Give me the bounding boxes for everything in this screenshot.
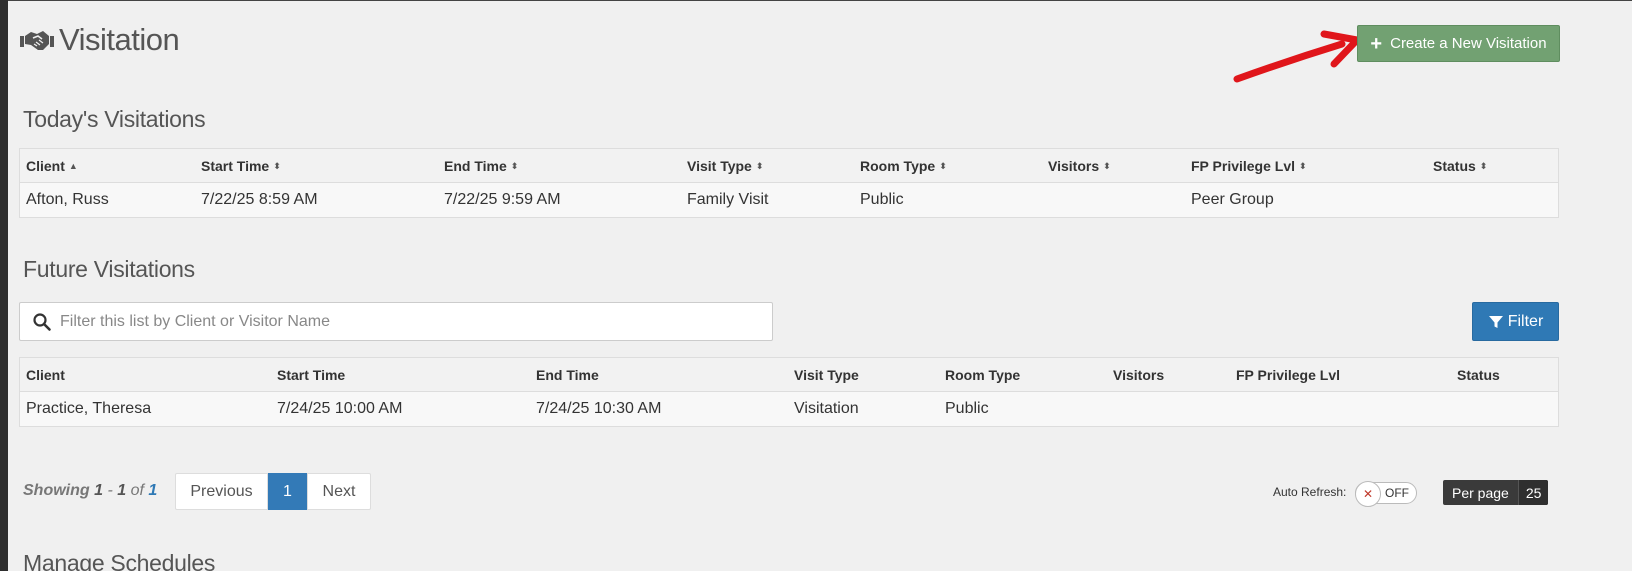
- per-page-selector[interactable]: Per page 25: [1443, 480, 1549, 505]
- plus-icon: +: [1370, 32, 1383, 55]
- column-header-end-time[interactable]: End Time: [536, 358, 599, 392]
- search-icon: [33, 312, 51, 331]
- pagination: Previous 1 Next: [175, 473, 371, 510]
- sort-icon: ⬍: [755, 160, 764, 171]
- funnel-icon: [1488, 315, 1503, 328]
- future-visitations-table: Client Start Time End Time Visit Type Ro…: [19, 357, 1559, 427]
- of-label: of: [130, 482, 144, 499]
- cell-end-time: 7/24/25 10:30 AM: [536, 400, 662, 417]
- cell-visit-type: Family Visit: [687, 191, 769, 208]
- sort-icon: ⬍: [1479, 160, 1488, 171]
- annotation-arrow-icon: [1233, 30, 1360, 83]
- column-header-fp-privilege[interactable]: FP Privilege Lvl ⬍: [1191, 149, 1307, 183]
- cell-start-time: 7/22/25 8:59 AM: [201, 191, 318, 208]
- cell-room-type: Public: [860, 191, 904, 208]
- column-header-visitors[interactable]: Visitors ⬍: [1048, 149, 1111, 183]
- cell-client: Afton, Russ: [26, 191, 109, 208]
- column-header-status[interactable]: Status: [1457, 358, 1500, 392]
- previous-page-button[interactable]: Previous: [175, 473, 268, 510]
- table-row[interactable]: Practice, Theresa 7/24/25 10:00 AM 7/24/…: [20, 392, 1558, 426]
- sort-asc-icon: ▲: [68, 161, 78, 171]
- sort-icon: ⬍: [1103, 160, 1111, 171]
- table-header-row: Client Start Time End Time Visit Type Ro…: [20, 358, 1558, 392]
- per-page-value: 25: [1517, 480, 1549, 505]
- column-header-start-time[interactable]: Start Time: [277, 358, 345, 392]
- page-1-button[interactable]: 1: [268, 473, 307, 510]
- column-header-visitors[interactable]: Visitors: [1113, 358, 1164, 392]
- range-start: 1: [94, 482, 104, 499]
- per-page-label: Per page: [1452, 484, 1509, 501]
- table-row[interactable]: Afton, Russ 7/22/25 8:59 AM 7/22/25 9:59…: [20, 183, 1558, 217]
- cell-room-type: Public: [945, 400, 989, 417]
- create-visitation-button[interactable]: + Create a New Visitation: [1357, 25, 1560, 62]
- today-visitations-table: Client ▲ Start Time ⬍ End Time ⬍ Visit Type…: [19, 148, 1559, 218]
- auto-refresh-toggle[interactable]: ✕ OFF: [1355, 481, 1417, 507]
- column-header-end-time[interactable]: End Time ⬍: [444, 149, 518, 183]
- sort-icon: ⬍: [510, 160, 519, 171]
- showing-summary: Showing 1 - 1 of 1: [23, 482, 157, 500]
- table-header-row: Client ▲ Start Time ⬍ End Time ⬍ Visit Type…: [20, 149, 1558, 183]
- today-section-title: Today's Visitations: [23, 106, 206, 132]
- auto-refresh-label: Auto Refresh:: [1273, 485, 1347, 499]
- cell-fp-privilege: Peer Group: [1191, 191, 1274, 208]
- total-count: 1: [148, 482, 158, 499]
- column-header-client[interactable]: Client ▲: [26, 149, 78, 183]
- sort-icon: ⬍: [1299, 160, 1307, 171]
- x-icon: ✕: [1355, 481, 1381, 507]
- sort-icon: ⬍: [939, 160, 947, 171]
- search-input[interactable]: [60, 312, 740, 331]
- cell-start-time: 7/24/25 10:00 AM: [277, 400, 403, 417]
- page-title: Visitation: [59, 22, 180, 57]
- range-separator: -: [103, 482, 118, 499]
- page-header: Visitation: [19, 22, 180, 58]
- window-left-edge: [0, 0, 8, 571]
- auto-refresh-state: OFF: [1385, 486, 1409, 500]
- search-field[interactable]: [19, 302, 773, 341]
- column-header-visit-type[interactable]: Visit Type: [794, 358, 859, 392]
- filter-button[interactable]: Filter: [1472, 302, 1559, 341]
- column-header-fp-privilege[interactable]: FP Privilege Lvl: [1236, 358, 1340, 392]
- column-header-status[interactable]: Status ⬍: [1433, 149, 1487, 183]
- next-page-button[interactable]: Next: [307, 473, 371, 510]
- handshake-icon: [19, 25, 55, 55]
- cell-visit-type: Visitation: [794, 400, 859, 417]
- cell-end-time: 7/22/25 9:59 AM: [444, 191, 561, 208]
- sort-icon: ⬍: [273, 160, 281, 171]
- future-section-title: Future Visitations: [23, 256, 195, 282]
- column-header-client[interactable]: Client: [26, 358, 65, 392]
- column-header-room-type[interactable]: Room Type: [945, 358, 1020, 392]
- range-end: 1: [117, 482, 127, 499]
- showing-label: Showing: [23, 482, 90, 499]
- create-visitation-label: Create a New Visitation: [1390, 35, 1547, 52]
- window-top-edge: [8, 0, 1632, 1]
- filter-label: Filter: [1507, 312, 1544, 330]
- column-header-start-time[interactable]: Start Time ⬍: [201, 149, 281, 183]
- column-header-room-type[interactable]: Room Type ⬍: [860, 149, 947, 183]
- cell-client: Practice, Theresa: [26, 400, 152, 417]
- manage-schedules-title: Manage Schedules: [23, 550, 216, 571]
- column-header-visit-type[interactable]: Visit Type ⬍: [687, 149, 763, 183]
